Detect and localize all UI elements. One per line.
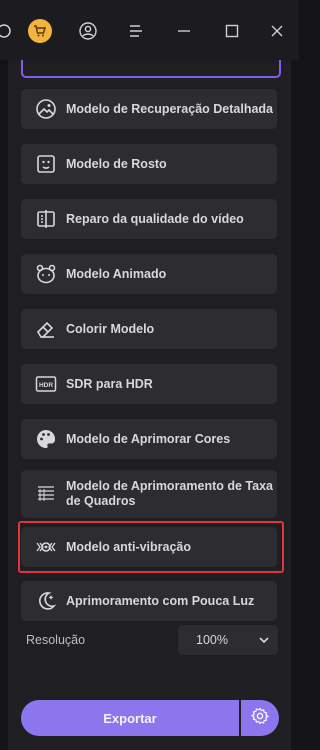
model-label: Modelo Animado bbox=[66, 266, 167, 281]
model-item-animated[interactable]: Modelo Animado bbox=[21, 254, 277, 294]
eraser-icon bbox=[35, 318, 57, 340]
resolution-label: Resolução bbox=[26, 633, 86, 647]
maximize-icon[interactable] bbox=[222, 21, 242, 41]
stabilize-icon bbox=[35, 536, 57, 558]
model-item-face[interactable]: Modelo de Rosto bbox=[21, 144, 277, 184]
app-icon[interactable] bbox=[0, 21, 14, 41]
model-label: Colorir Modelo bbox=[66, 321, 155, 336]
model-label: Modelo de Rosto bbox=[66, 156, 167, 171]
palette-icon bbox=[35, 428, 57, 450]
model-item-colorize[interactable]: Colorir Modelo bbox=[21, 309, 277, 349]
frames-icon bbox=[35, 483, 57, 505]
title-bar bbox=[0, 0, 299, 60]
model-item-video-repair[interactable]: Reparo da qualidade do vídeo bbox=[21, 199, 277, 239]
close-icon[interactable] bbox=[267, 21, 287, 41]
model-label: Reparo da qualidade do vídeo bbox=[66, 211, 244, 226]
model-item-anti-shake[interactable]: Modelo anti-vibração bbox=[21, 527, 277, 567]
model-item-frame-rate[interactable]: Modelo de Aprimoramento de Taxa de Quadr… bbox=[21, 470, 277, 518]
gear-icon bbox=[250, 706, 270, 730]
model-item-sdr-hdr[interactable]: HDR SDR para HDR bbox=[21, 364, 277, 404]
hdr-icon: HDR bbox=[35, 373, 57, 395]
moon-icon bbox=[35, 590, 57, 612]
minimize-icon[interactable] bbox=[174, 21, 194, 41]
resolution-value: 100% bbox=[196, 633, 228, 647]
landscape-icon bbox=[35, 98, 57, 120]
animal-face-icon bbox=[35, 263, 57, 285]
model-label: Aprimoramento com Pouca Luz bbox=[66, 593, 255, 608]
model-item-color-enhance[interactable]: Modelo de Aprimorar Cores bbox=[21, 419, 277, 459]
model-item-detail-recovery[interactable]: Modelo de Recuperação Detalhada bbox=[21, 89, 277, 129]
export-button[interactable]: Exportar bbox=[21, 700, 239, 736]
model-label: Modelo de Aprimorar Cores bbox=[66, 431, 231, 446]
video-repair-icon bbox=[35, 208, 57, 230]
model-label: Modelo de Aprimoramento de Taxa de Quadr… bbox=[66, 479, 273, 508]
svg-text:HDR: HDR bbox=[39, 382, 53, 389]
settings-button[interactable] bbox=[241, 700, 279, 736]
model-item-low-light[interactable]: Aprimoramento com Pouca Luz bbox=[21, 581, 277, 621]
cart-icon[interactable] bbox=[28, 19, 52, 43]
model-panel: Modelo de Recuperação Detalhada Modelo d… bbox=[8, 60, 291, 750]
resolution-select[interactable]: 100% bbox=[178, 625, 278, 655]
selected-model-card[interactable] bbox=[21, 60, 281, 78]
chevron-down-icon bbox=[258, 634, 270, 649]
user-icon[interactable] bbox=[78, 21, 98, 41]
model-label: SDR para HDR bbox=[66, 376, 153, 391]
model-label: Modelo anti-vibração bbox=[66, 539, 192, 554]
face-icon bbox=[35, 153, 57, 175]
model-label: Modelo de Recuperação Detalhada bbox=[66, 101, 274, 116]
menu-icon[interactable] bbox=[126, 21, 146, 41]
